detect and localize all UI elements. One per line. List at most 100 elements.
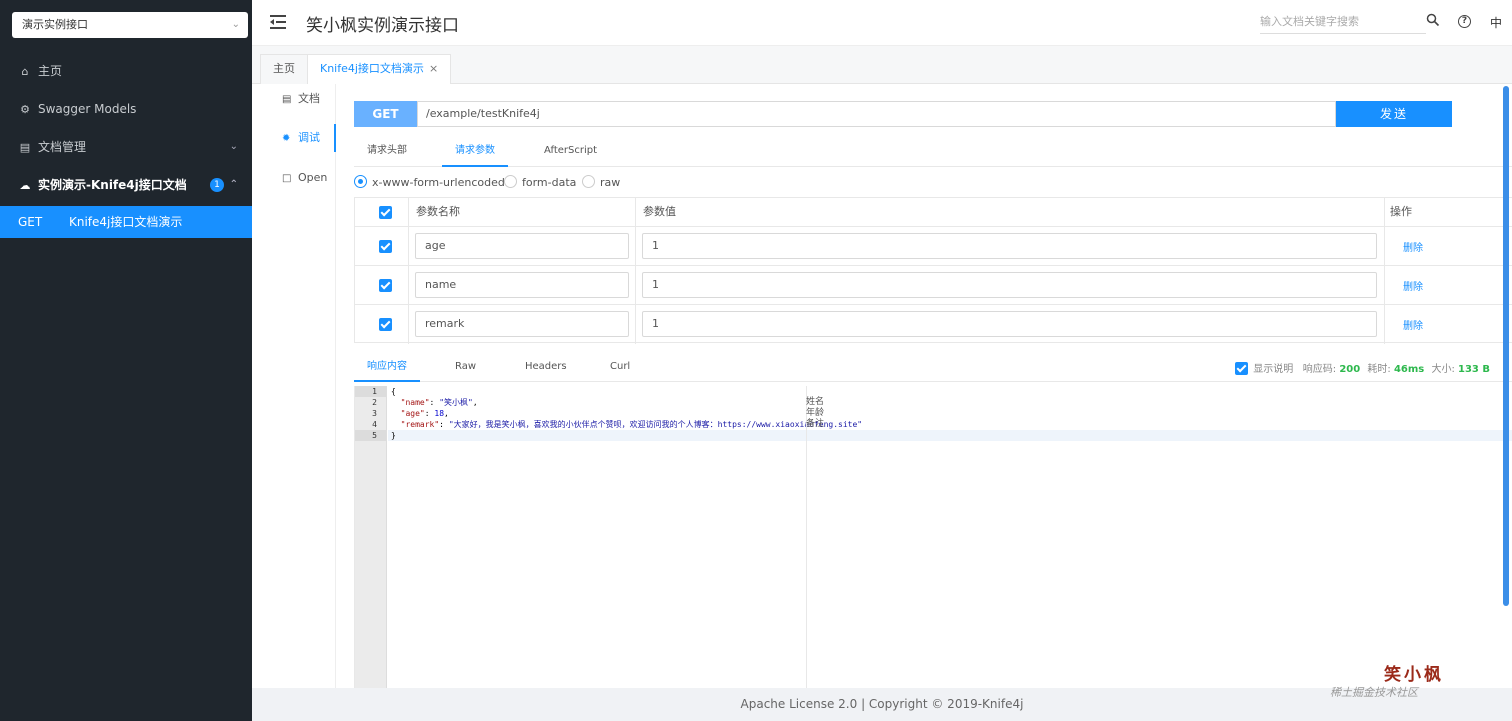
response-size: 133 B [1458,364,1490,375]
size-label: 大小: [1431,364,1455,375]
header-action: 操作 [1390,205,1412,218]
delete-link[interactable]: 删除 [1403,239,1423,254]
chevron-down-icon: ⌄ [231,19,240,30]
count-badge: 1 [210,178,224,192]
tab-bar: 主页 Knife4j接口文档演示 × [252,46,1512,84]
radio-label: raw [600,176,621,189]
home-icon: ⌂ [21,65,29,78]
line-number: 3 [372,409,377,418]
scrollbar[interactable] [1503,86,1509,606]
param-value-input[interactable]: 1 [642,233,1377,259]
status-label: 响应码: [1302,364,1337,375]
radio-raw[interactable]: raw [582,175,620,191]
json-key: "name" [400,398,430,407]
row-checkbox[interactable] [379,318,392,331]
vtab-label: 调试 [298,131,320,144]
field-descriptions: 姓名 年龄 备注 [806,397,824,430]
chevron-down-icon: ⌄ [229,141,238,152]
params-table-header: 参数名称 参数值 操作 [355,198,1512,227]
doc-mode-tabs: ▤ 文档 ✹ 调试 □ Open [252,84,336,688]
tab-knife4j-demo[interactable]: Knife4j接口文档演示 × [307,54,452,84]
radio-icon [504,175,517,188]
table-row: name 1 删除 [355,266,1512,305]
row-checkbox[interactable] [379,279,392,292]
response-time: 46ms [1393,364,1425,375]
search-icon[interactable] [1426,13,1440,27]
line-number: 1 [355,386,386,397]
watermark: 笑小枫 稀土掘金技术社区 [1330,660,1510,706]
radio-form-data[interactable]: form-data [504,175,576,191]
param-name-input[interactable]: age [415,233,629,259]
search-input[interactable]: 输入文档关键字搜索 [1260,12,1426,34]
doc-icon: ▤ [19,141,31,154]
watermark-text: 稀土掘金技术社区 [1330,686,1418,699]
gear-icon: ⚙ [20,103,30,116]
url-input[interactable]: /example/testKnife4j [417,101,1336,127]
vtab-doc[interactable]: ▤ 文档 [252,85,336,113]
code-brace: { [391,387,396,396]
select-all-checkbox[interactable] [379,206,392,219]
subtab-params[interactable]: 请求参数 [442,138,508,167]
rtab-raw[interactable]: Raw [442,355,489,382]
send-button[interactable]: 发送 [1336,101,1452,127]
line-gutter: 1 2 3 4 5 [355,386,387,688]
show-desc-checkbox[interactable] [1235,362,1249,375]
sidebar-item-home[interactable]: ⌂ 主页 [0,52,252,90]
time-label: 耗时: [1367,364,1391,375]
watermark-logo: 笑小枫 [1384,665,1444,685]
sidebar-item-swagger-models[interactable]: ⚙ Swagger Models [0,90,252,128]
param-name-input[interactable]: name [415,272,629,298]
language-switch[interactable]: 中 [1490,14,1502,31]
page-title: 笑小枫实例演示接口 [306,16,459,36]
sidebar-item-knife4j-group[interactable]: ☁ 实例演示-Knife4j接口文档 1 ⌃ [0,166,252,204]
subtab-afterscript[interactable]: AfterScript [531,138,610,167]
code-brace: } [391,431,396,440]
method-label: GET [18,215,43,229]
param-value-input[interactable]: 1 [642,311,1377,337]
sidebar-item-label: Swagger Models [38,102,137,116]
help-icon[interactable]: ? [1458,15,1471,28]
sidebar: 演示实例接口 ⌄ ⌂ 主页 ⚙ Swagger Models ▤ 文档管理 ⌄ ☁ 实例… [0,0,252,721]
subtab-headers[interactable]: 请求头部 [354,138,420,167]
response-tabs: 响应内容 Raw Headers Curl 显示说明 响应码: 200 耗时: … [354,355,1512,382]
sidebar-item-doc-manage[interactable]: ▤ 文档管理 ⌄ [0,128,252,166]
tab-home[interactable]: 主页 [260,54,308,84]
request-subtabs: 请求头部 请求参数 AfterScript [354,138,1512,167]
rtab-content[interactable]: 响应内容 [354,355,420,382]
vtab-open[interactable]: □ Open [252,164,336,192]
vtab-debug[interactable]: ✹ 调试 [252,124,336,152]
header-param-name: 参数名称 [416,205,460,218]
rtab-headers[interactable]: Headers [512,355,580,382]
sidebar-item-knife4j-demo[interactable]: GET Knife4j接口文档演示 [0,206,252,238]
header: 笑小枫实例演示接口 输入文档关键字搜索 ? 中 [252,0,1512,46]
line-number: 2 [372,398,377,407]
json-code: { "name": "笑小枫", "age": 18, "remark": "大… [391,387,863,440]
param-name-input[interactable]: remark [415,311,629,337]
sidebar-item-label: 实例演示-Knife4j接口文档 [38,178,187,192]
table-row: age 1 删除 [355,227,1512,266]
close-icon[interactable]: × [429,62,438,75]
delete-link[interactable]: 删除 [1403,278,1423,293]
json-key: "age" [400,409,425,418]
radio-urlencoded[interactable]: x-www-form-urlencoded [354,175,505,191]
field-note: 年龄 [806,408,825,418]
project-select-value: 演示实例接口 [22,18,88,31]
field-note: 姓名 [806,397,825,407]
project-select[interactable]: 演示实例接口 ⌄ [12,12,248,38]
http-method: GET [354,101,417,127]
sidebar-item-label: Knife4j接口文档演示 [69,215,183,229]
sidebar-item-label: 主页 [38,64,63,78]
row-checkbox[interactable] [379,240,392,253]
rtab-curl[interactable]: Curl [597,355,643,382]
param-value-input[interactable]: 1 [642,272,1377,298]
debug-panel: GET /example/testKnife4j 发送 请求头部 请求参数 Af… [337,84,1512,688]
cloud-icon: ☁ [19,179,31,192]
delete-link[interactable]: 删除 [1403,317,1423,332]
page-icon: □ [282,173,292,184]
line-number: 5 [355,430,386,441]
tab-label: 主页 [273,62,295,75]
field-note: 备注 [806,419,825,429]
response-editor[interactable]: 1 2 3 4 5 { "name": "笑小枫", "age": 18, "r… [354,386,1512,688]
chevron-up-icon: ⌃ [229,179,238,190]
menu-fold-icon[interactable] [270,13,288,31]
